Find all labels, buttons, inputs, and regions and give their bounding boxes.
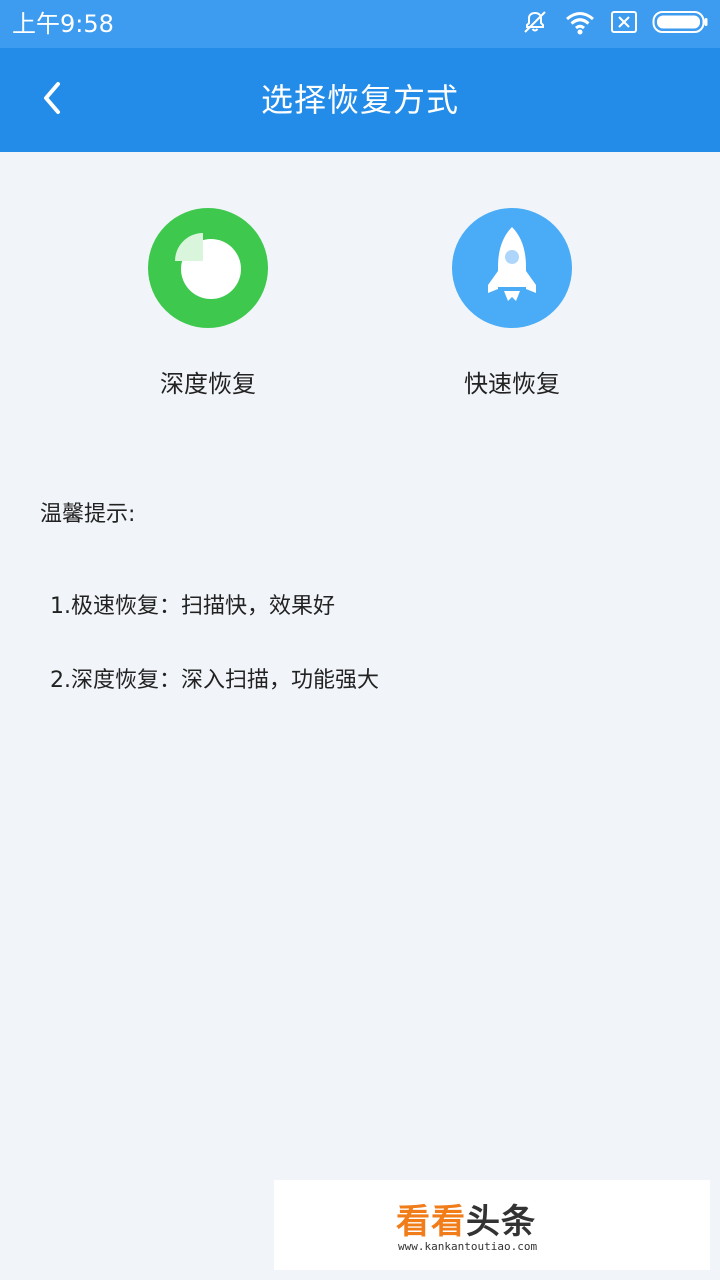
wifi-icon [564, 8, 596, 40]
watermark-brand: 看看头条 [396, 1202, 536, 1242]
fast-recovery-option[interactable]: 快速恢复 [412, 208, 612, 400]
status-icons [520, 9, 708, 39]
mute-icon [520, 7, 550, 41]
watermark-url: www.kankantoutiao.com [398, 1240, 538, 1253]
battery-icon [652, 10, 708, 38]
pie-chart-icon [173, 231, 243, 305]
watermark-brand-part1: 看看 [396, 1202, 466, 1242]
screen: 上午9:58 选择恢复方式 深度恢复 快速恢复 温馨提示: 1.极速恢复：扫描快… [0, 0, 720, 1280]
deep-recovery-label: 深度恢复 [160, 370, 256, 398]
watermark-brand-part2: 头条 [466, 1202, 536, 1242]
sim-blocked-icon [610, 10, 638, 38]
fast-recovery-label: 快速恢复 [464, 370, 560, 398]
deep-recovery-option[interactable]: 深度恢复 [108, 208, 308, 400]
tip-line: 1.极速恢复：扫描快，效果好 [50, 594, 335, 619]
app-header: 选择恢复方式 [0, 48, 720, 152]
status-time: 上午9:58 [12, 10, 114, 38]
tip-line: 2.深度恢复：深入扫描，功能强大 [50, 668, 379, 693]
status-bar: 上午9:58 [0, 0, 720, 48]
rocket-icon [482, 223, 542, 313]
tips-title: 温馨提示: [40, 502, 136, 527]
deep-recovery-icon-circle [148, 208, 268, 328]
fast-recovery-icon-circle [452, 208, 572, 328]
page-title: 选择恢复方式 [260, 81, 459, 119]
watermark: 看看头条 www.kankantoutiao.com [274, 1180, 710, 1270]
